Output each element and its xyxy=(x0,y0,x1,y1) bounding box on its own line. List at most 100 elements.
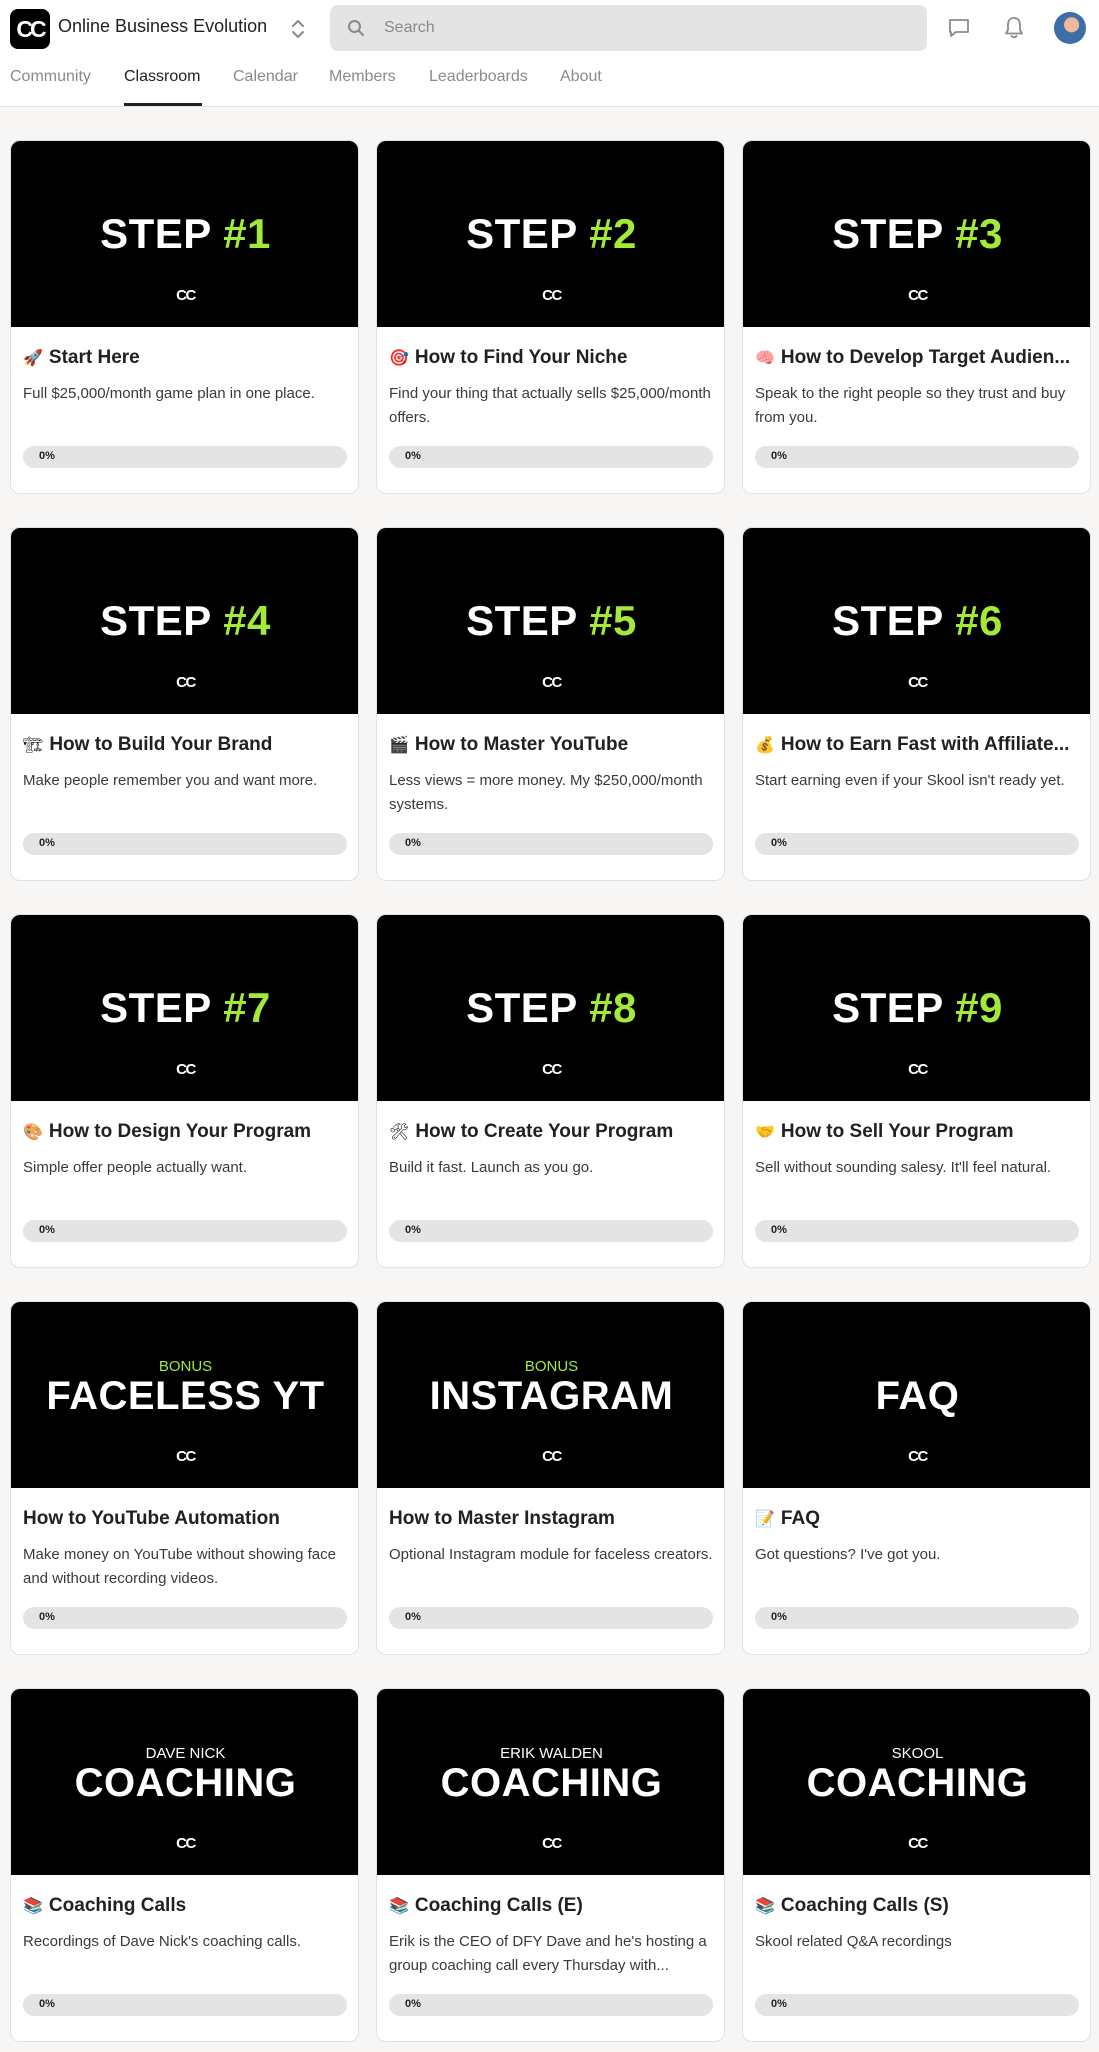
progress-label: 0% xyxy=(405,837,421,849)
cover-logo-mark: CC xyxy=(176,674,196,691)
course-cover[interactable]: STEP #8 CC xyxy=(377,915,724,1101)
cover-step-word: STEP xyxy=(832,597,956,644)
bell-icon[interactable] xyxy=(999,13,1029,43)
course-title[interactable]: 📚 Coaching Calls (S) xyxy=(755,1895,1080,1917)
course-title[interactable]: 📝 FAQ xyxy=(755,1508,1080,1530)
tab-leaderboards[interactable]: Leaderboards xyxy=(429,68,528,86)
progress-label: 0% xyxy=(405,450,421,462)
active-tab-indicator xyxy=(124,103,202,106)
course-card[interactable]: FAQ CC 📝 FAQ Got questions? I've got you. 0% xyxy=(742,1301,1091,1655)
progress-label: 0% xyxy=(771,1998,787,2010)
course-emoji-icon: 🛠 xyxy=(389,1122,410,1141)
course-title[interactable]: 🧠 How to Develop Target Audien... xyxy=(755,347,1080,369)
course-title-text: How to Develop Target Audien... xyxy=(780,347,1071,368)
progress-label: 0% xyxy=(39,1224,55,1236)
course-cover[interactable]: STEP #1 CC xyxy=(11,141,358,327)
course-title[interactable]: 🤝 How to Sell Your Program xyxy=(755,1121,1080,1143)
progress-bar: 0% xyxy=(389,1220,713,1242)
course-card[interactable]: STEP #5 CC 🎬 How to Master YouTube Less view… xyxy=(376,527,725,881)
course-emoji-icon: 📚 xyxy=(23,1896,43,1915)
course-card[interactable]: STEP #7 CC 🎨 How to Design Your Program Simp… xyxy=(10,914,359,1268)
course-cover[interactable]: SKOOL COACHING CC xyxy=(743,1689,1090,1875)
course-description: Erik is the CEO of DFY Dave and he's hos… xyxy=(389,1933,707,1974)
cover-title: STEP #1 xyxy=(11,210,358,258)
course-title[interactable]: 📚 Coaching Calls xyxy=(23,1895,348,1917)
course-description: Sell without sounding salesy. It'll feel… xyxy=(755,1159,1052,1176)
course-cover[interactable]: STEP #7 CC xyxy=(11,915,358,1101)
course-cover[interactable]: ERIK WALDEN COACHING CC xyxy=(377,1689,724,1875)
course-cover[interactable]: STEP #2 CC xyxy=(377,141,724,327)
switcher-chevron-icon[interactable] xyxy=(289,17,307,41)
cover-logo-mark: CC xyxy=(542,674,562,691)
course-cover[interactable]: BONUS INSTAGRAM CC xyxy=(377,1302,724,1488)
cover-step-number: #8 xyxy=(589,984,637,1031)
course-emoji-icon: 📚 xyxy=(755,1896,775,1915)
progress-bar: 0% xyxy=(755,833,1079,855)
course-card[interactable]: BONUS FACELESS YT CC How to YouTube Automat… xyxy=(10,1301,359,1655)
course-cover[interactable]: STEP #6 CC xyxy=(743,528,1090,714)
course-cover[interactable]: FAQ CC xyxy=(743,1302,1090,1488)
avatar[interactable] xyxy=(1054,12,1086,44)
community-logo[interactable]: CC xyxy=(10,9,50,49)
course-title[interactable]: How to YouTube Automation xyxy=(23,1508,348,1530)
course-cover[interactable]: STEP #9 CC xyxy=(743,915,1090,1101)
course-title[interactable]: 🏗 How to Build Your Brand xyxy=(23,734,348,756)
course-card[interactable]: STEP #6 CC 💰 How to Earn Fast with Affiliat… xyxy=(742,527,1091,881)
tab-members[interactable]: Members xyxy=(329,68,396,86)
cover-logo-mark: CC xyxy=(908,1448,928,1465)
course-title[interactable]: 🎨 How to Design Your Program xyxy=(23,1121,348,1143)
course-card[interactable]: DAVE NICK COACHING CC 📚 Coaching Calls Record… xyxy=(10,1688,359,2042)
course-description: Got questions? I've got you. xyxy=(755,1546,941,1563)
course-card[interactable]: STEP #1 CC 🚀 Start Here Full $25,000/month g… xyxy=(10,140,359,494)
course-card[interactable]: BONUS INSTAGRAM CC How to Master Instagram O… xyxy=(376,1301,725,1655)
course-description: Less views = more money. My $250,000/mon… xyxy=(389,772,703,813)
course-card[interactable]: STEP #4 CC 🏗 How to Build Your Brand Make pe… xyxy=(10,527,359,881)
course-title-text: How to Master YouTube xyxy=(414,734,629,755)
course-card[interactable]: ERIK WALDEN COACHING CC 📚 Coaching Calls (E)… xyxy=(376,1688,725,2042)
tab-community[interactable]: Community xyxy=(10,68,91,86)
course-emoji-icon: 📚 xyxy=(389,1896,409,1915)
course-cover[interactable]: DAVE NICK COACHING CC xyxy=(11,1689,358,1875)
community-name[interactable]: Online Business Evolution xyxy=(58,16,267,37)
progress-label: 0% xyxy=(771,1611,787,1623)
progress-bar: 0% xyxy=(23,1607,347,1629)
tab-about[interactable]: About xyxy=(560,68,602,86)
search-input[interactable] xyxy=(384,5,904,51)
cover-step-number: #9 xyxy=(955,984,1003,1031)
course-cover[interactable]: STEP #5 CC xyxy=(377,528,724,714)
course-title[interactable]: 🎯 How to Find Your Niche xyxy=(389,347,714,369)
tab-calendar[interactable]: Calendar xyxy=(233,68,298,86)
cover-logo-mark: CC xyxy=(176,1061,196,1078)
cover-step-number: #1 xyxy=(223,210,271,257)
course-title[interactable]: 💰 How to Earn Fast with Affiliate... xyxy=(755,734,1080,756)
course-cover[interactable]: STEP #4 CC xyxy=(11,528,358,714)
cover-logo-mark: CC xyxy=(542,1835,562,1852)
course-title[interactable]: 🚀 Start Here xyxy=(23,347,348,369)
chat-icon[interactable] xyxy=(944,13,974,43)
cover-step-number: #2 xyxy=(589,210,637,257)
course-card[interactable]: STEP #3 CC 🧠 How to Develop Target Audien..… xyxy=(742,140,1091,494)
course-card[interactable]: STEP #2 CC 🎯 How to Find Your Niche Find you… xyxy=(376,140,725,494)
course-title[interactable]: 🎬 How to Master YouTube xyxy=(389,734,714,756)
course-title[interactable]: 🛠 How to Create Your Program xyxy=(389,1121,714,1143)
course-cover[interactable]: STEP #3 CC xyxy=(743,141,1090,327)
progress-label: 0% xyxy=(405,1224,421,1236)
cover-step-word: STEP xyxy=(832,210,956,257)
course-title[interactable]: How to Master Instagram xyxy=(389,1508,714,1530)
cover-step-word: STEP xyxy=(466,210,590,257)
course-cover[interactable]: BONUS FACELESS YT CC xyxy=(11,1302,358,1488)
course-card[interactable]: SKOOL COACHING CC 📚 Coaching Calls (S) Skool … xyxy=(742,1688,1091,2042)
tab-classroom[interactable]: Classroom xyxy=(124,68,200,86)
course-title-text: Start Here xyxy=(48,347,140,368)
course-title[interactable]: 📚 Coaching Calls (E) xyxy=(389,1895,714,1917)
cover-step-word: STEP xyxy=(100,210,224,257)
course-emoji-icon: 📝 xyxy=(755,1509,775,1528)
cover-title: INSTAGRAM xyxy=(429,1374,674,1418)
cover-title: STEP #9 xyxy=(743,984,1090,1032)
course-description: Recordings of Dave Nick's coaching calls… xyxy=(23,1933,301,1950)
course-emoji-icon: 🎬 xyxy=(389,735,409,754)
course-card[interactable]: STEP #8 CC 🛠 How to Create Your Program Buil… xyxy=(376,914,725,1268)
course-title-text: How to Design Your Program xyxy=(48,1121,312,1142)
cover-step-number: #5 xyxy=(589,597,637,644)
course-card[interactable]: STEP #9 CC 🤝 How to Sell Your Program Sell w… xyxy=(742,914,1091,1268)
